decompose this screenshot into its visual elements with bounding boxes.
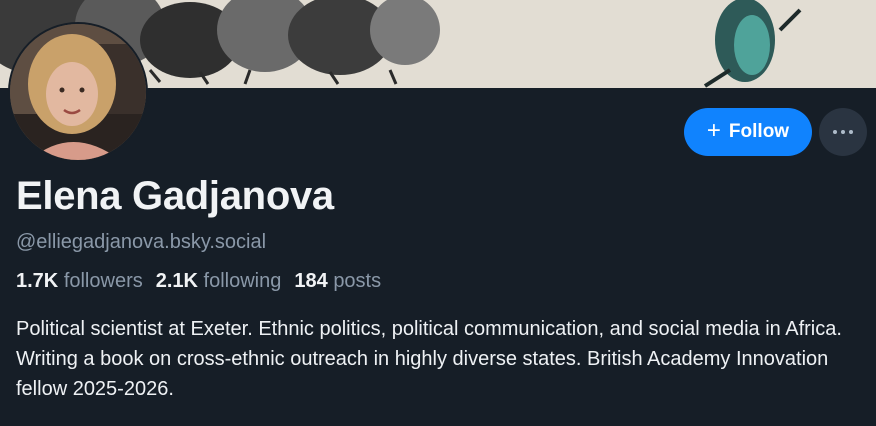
followers-stat[interactable]: 1.7K followers bbox=[16, 270, 143, 293]
following-count: 2.1K bbox=[155, 270, 198, 292]
following-label: following bbox=[203, 270, 282, 292]
avatar[interactable] bbox=[8, 22, 148, 162]
posts-label: posts bbox=[333, 270, 382, 292]
follow-button[interactable]: + Follow bbox=[684, 108, 812, 156]
avatar-photo bbox=[10, 24, 146, 160]
more-options-button[interactable] bbox=[819, 108, 867, 156]
plus-icon: + bbox=[706, 117, 721, 144]
posts-count: 184 bbox=[294, 270, 328, 292]
profile-handle: @elliegadjanova.bsky.social bbox=[16, 231, 267, 253]
posts-stat: 184 posts bbox=[294, 270, 381, 293]
display-name: Elena Gadjanova bbox=[16, 174, 334, 218]
followers-label: followers bbox=[63, 270, 143, 292]
following-stat[interactable]: 2.1K following bbox=[156, 270, 282, 293]
profile-bio: Political scientist at Exeter. Ethnic po… bbox=[16, 318, 842, 400]
followers-count: 1.7K bbox=[16, 270, 59, 292]
follow-button-label: Follow bbox=[728, 121, 790, 142]
profile-header: + Follow Elena Gadjanova @elliegadjanova… bbox=[0, 0, 876, 426]
profile-stats: 1.7K followers 2.1K following 184 posts bbox=[16, 270, 381, 293]
ellipsis-icon bbox=[833, 130, 853, 134]
